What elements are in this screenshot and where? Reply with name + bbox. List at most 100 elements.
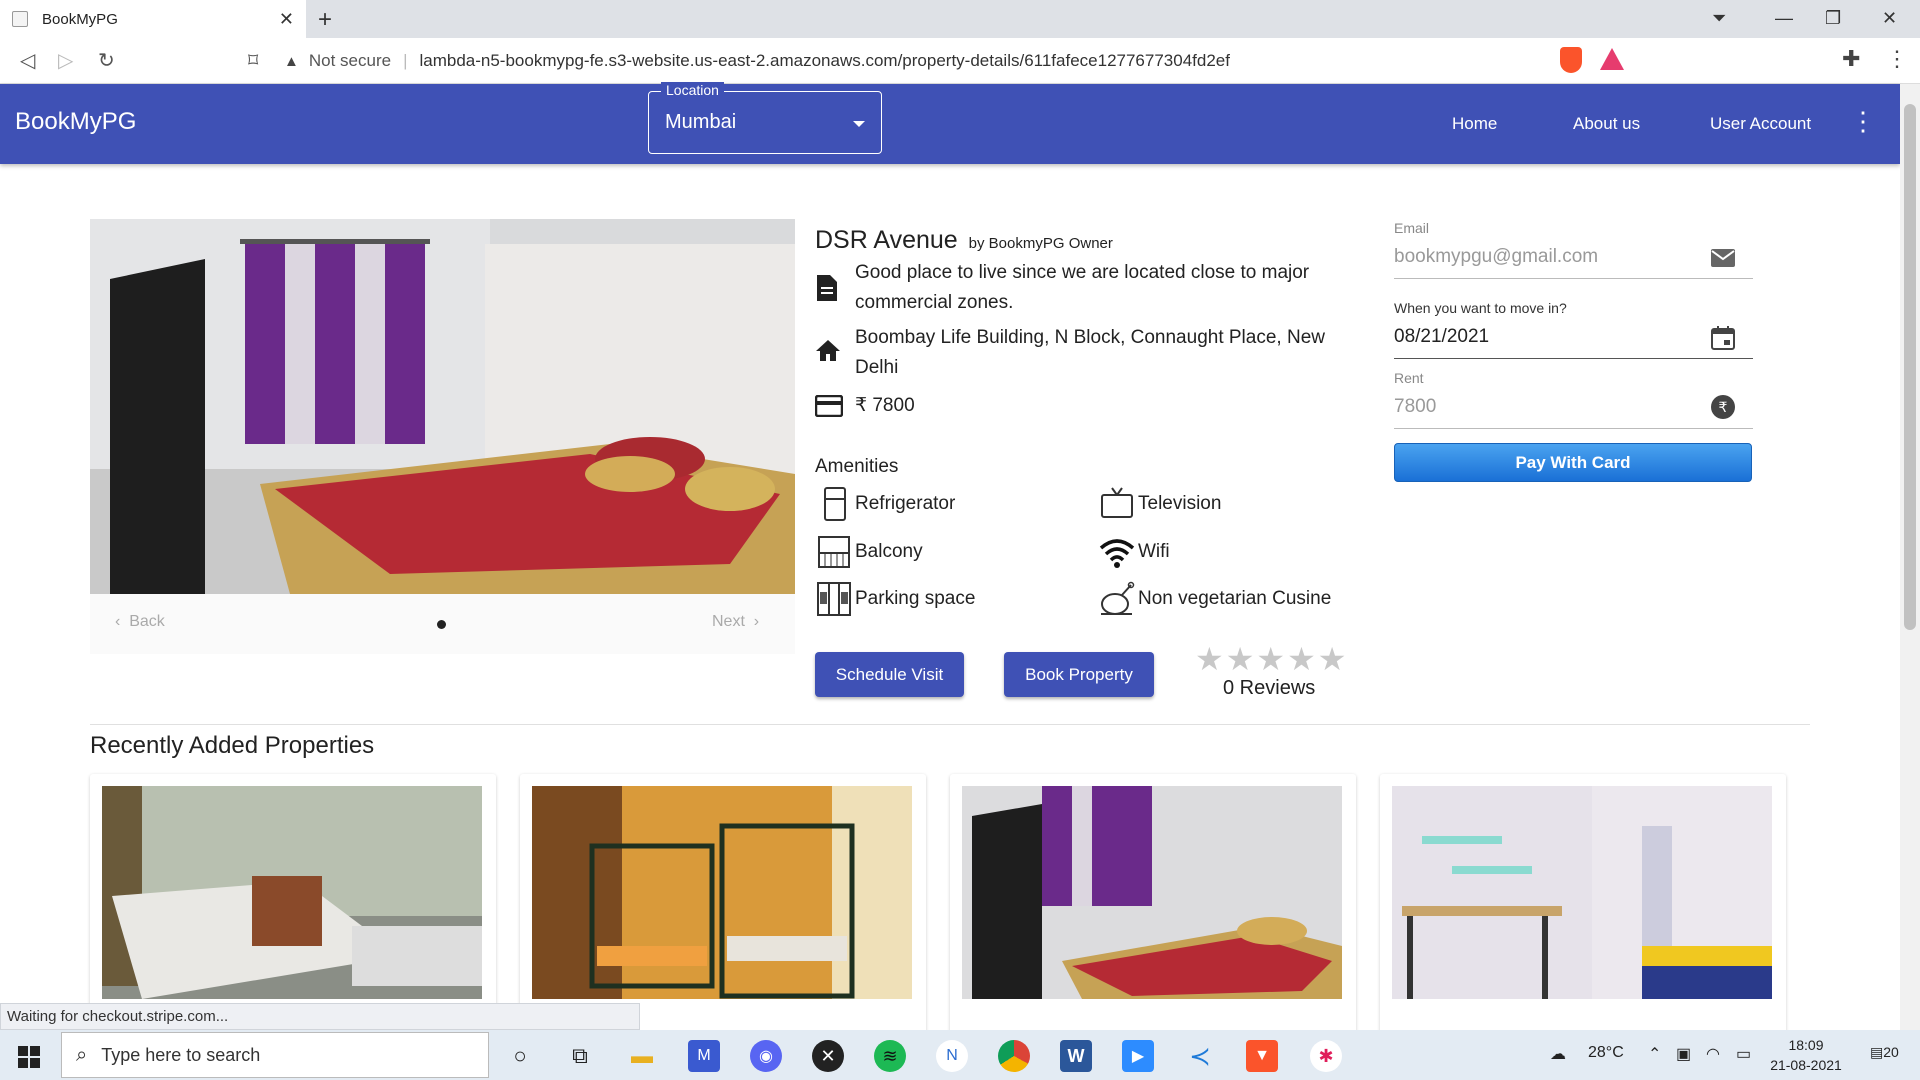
location-select[interactable]: Location Mumbai <box>648 82 882 154</box>
security-label: Not secure <box>308 51 392 70</box>
site-favicon-icon <box>12 11 28 27</box>
property-card[interactable] <box>1380 774 1786 1034</box>
property-card[interactable] <box>90 774 496 1034</box>
spotify-icon[interactable]: ≋ <box>874 1040 906 1072</box>
taskbar-clock[interactable]: 18:09 21-08-2021 <box>1770 1035 1842 1075</box>
new-tab-icon[interactable]: + <box>318 6 332 34</box>
brand-logo[interactable]: BookMyPG <box>15 108 136 136</box>
forward-icon[interactable]: ▷ <box>58 48 73 73</box>
property-card[interactable] <box>520 774 926 1034</box>
schedule-visit-button[interactable]: Schedule Visit <box>815 652 964 697</box>
move-in-date-field[interactable]: 08/21/2021 <box>1394 326 1489 348</box>
close-window-icon[interactable]: ✕ <box>1882 8 1897 29</box>
amenity-non-veg: Non vegetarian Cusine <box>1098 580 1331 618</box>
carousel-dot[interactable] <box>437 620 446 629</box>
amenity-label: Non vegetarian Cusine <box>1138 588 1332 609</box>
warning-icon: ▲ <box>284 52 299 70</box>
address-bar[interactable]: ▲ Not secure | lambda-n5-bookmypg-fe.s3-… <box>284 43 1550 79</box>
close-tab-icon[interactable]: ✕ <box>279 9 294 30</box>
chicken-leg-icon <box>1101 581 1135 615</box>
property-photo <box>90 219 795 594</box>
brave-shield-icon[interactable] <box>1560 47 1582 73</box>
email-field[interactable]: bookmypgu@gmail.com <box>1394 246 1598 268</box>
minimize-icon[interactable]: — <box>1775 8 1793 29</box>
weather-temp[interactable]: 28°C <box>1588 1044 1624 1062</box>
cortana-icon[interactable]: ○ <box>504 1040 536 1072</box>
nav-user-account[interactable]: User Account <box>1710 114 1811 134</box>
property-card[interactable] <box>950 774 1356 1034</box>
back-icon[interactable]: ◁ <box>20 48 35 73</box>
network-icon[interactable]: ◠ <box>1706 1044 1720 1064</box>
windows-start-icon[interactable] <box>18 1046 40 1068</box>
book-property-button[interactable]: Book Property <box>1004 652 1154 697</box>
restore-icon[interactable]: ❐ <box>1825 8 1841 29</box>
chevron-left-icon: ‹ <box>115 613 130 630</box>
carousel-next-button[interactable]: Next › <box>712 613 759 631</box>
word-icon[interactable]: W <box>1060 1040 1092 1072</box>
balcony-icon <box>818 536 850 568</box>
property-address: Boombay Life Building, N Block, Connaugh… <box>815 323 1355 383</box>
file-explorer-icon[interactable]: ▬ <box>626 1040 658 1072</box>
discord-icon[interactable]: ◉ <box>750 1040 782 1072</box>
carousel-back-button[interactable]: ‹ Back <box>115 613 165 631</box>
extensions-icon[interactable]: ✚ <box>1842 46 1860 72</box>
brave-taskbar-icon[interactable]: ▼ <box>1246 1040 1278 1072</box>
taskbar-search-input[interactable]: ⌕ Type here to search <box>61 1032 489 1078</box>
property-price: ₹ 7800 <box>815 391 915 421</box>
email-underline <box>1394 278 1753 279</box>
battery-icon[interactable]: ▭ <box>1736 1044 1751 1064</box>
nav-home[interactable]: Home <box>1452 114 1497 134</box>
brave-rewards-icon[interactable] <box>1600 48 1624 70</box>
back-label: Back <box>129 613 165 630</box>
scrollbar-thumb[interactable] <box>1904 104 1916 630</box>
amenity-television: Television <box>1098 485 1221 523</box>
nav-about-us[interactable]: About us <box>1573 114 1640 134</box>
location-label: Location <box>661 82 724 98</box>
amenity-label: Refrigerator <box>855 493 956 514</box>
television-icon <box>1101 487 1133 518</box>
notification-count: 20 <box>1883 1044 1899 1060</box>
slack-icon[interactable]: ✱ <box>1310 1040 1342 1072</box>
reload-icon[interactable]: ↻ <box>98 48 115 73</box>
tab-title: BookMyPG <box>42 10 118 28</box>
tray-chevron-icon[interactable]: ⌃ <box>1648 1044 1661 1064</box>
amenities-title: Amenities <box>815 456 899 477</box>
task-view-icon[interactable]: ⧉ <box>564 1040 596 1072</box>
editor-app-icon[interactable]: M <box>688 1040 720 1072</box>
browser-tab[interactable]: BookMyPG ✕ <box>0 0 306 38</box>
move-in-underline <box>1394 358 1753 359</box>
zoom-icon[interactable]: ▶ <box>1122 1040 1154 1072</box>
chevron-right-icon: › <box>744 613 760 630</box>
wifi-icon <box>1099 539 1135 568</box>
rent-field[interactable]: 7800 <box>1394 396 1436 418</box>
amenity-label: Balcony <box>855 541 923 562</box>
description-text: Good place to live since we are located … <box>855 262 1310 313</box>
email-label: Email <box>1394 220 1430 236</box>
meet-now-icon[interactable]: ▣ <box>1676 1044 1691 1064</box>
chrome-icon[interactable] <box>998 1040 1030 1072</box>
app-n-icon[interactable]: N <box>936 1040 968 1072</box>
xbox-icon[interactable]: ✕ <box>812 1040 844 1072</box>
calendar-icon[interactable] <box>1710 325 1736 351</box>
vscode-icon[interactable]: ≺ <box>1184 1040 1216 1072</box>
url-text: lambda-n5-bookmypg-fe.s3-website.us-east… <box>419 51 1230 70</box>
more-options-icon[interactable]: ⋮ <box>1850 108 1876 134</box>
review-count[interactable]: 0 Reviews <box>1223 677 1315 700</box>
tab-search-icon[interactable]: ⏷ <box>1712 8 1726 29</box>
recent-section-title: Recently Added Properties <box>90 732 375 759</box>
property-owner: by BookmyPG Owner <box>968 235 1113 252</box>
move-in-label: When you want to move in? <box>1394 300 1567 316</box>
browser-menu-icon[interactable]: ⋮ <box>1886 46 1908 72</box>
property-card-photo <box>102 786 482 999</box>
dropdown-arrow-icon <box>853 121 865 127</box>
property-name: DSR Avenue <box>815 226 958 254</box>
rating-stars[interactable]: ★★★★★ <box>1195 640 1348 678</box>
address-separator: | <box>403 51 408 70</box>
weather-icon[interactable]: ☁ <box>1550 1044 1566 1064</box>
pay-with-card-button[interactable]: Pay With Card <box>1394 443 1752 482</box>
home-icon <box>815 323 855 383</box>
amenity-label: Television <box>1138 493 1222 514</box>
notification-center-icon[interactable]: ▤20 <box>1870 1044 1899 1061</box>
amenity-balcony: Balcony <box>815 533 923 571</box>
bookmark-icon[interactable]: ⌑ <box>248 48 258 73</box>
